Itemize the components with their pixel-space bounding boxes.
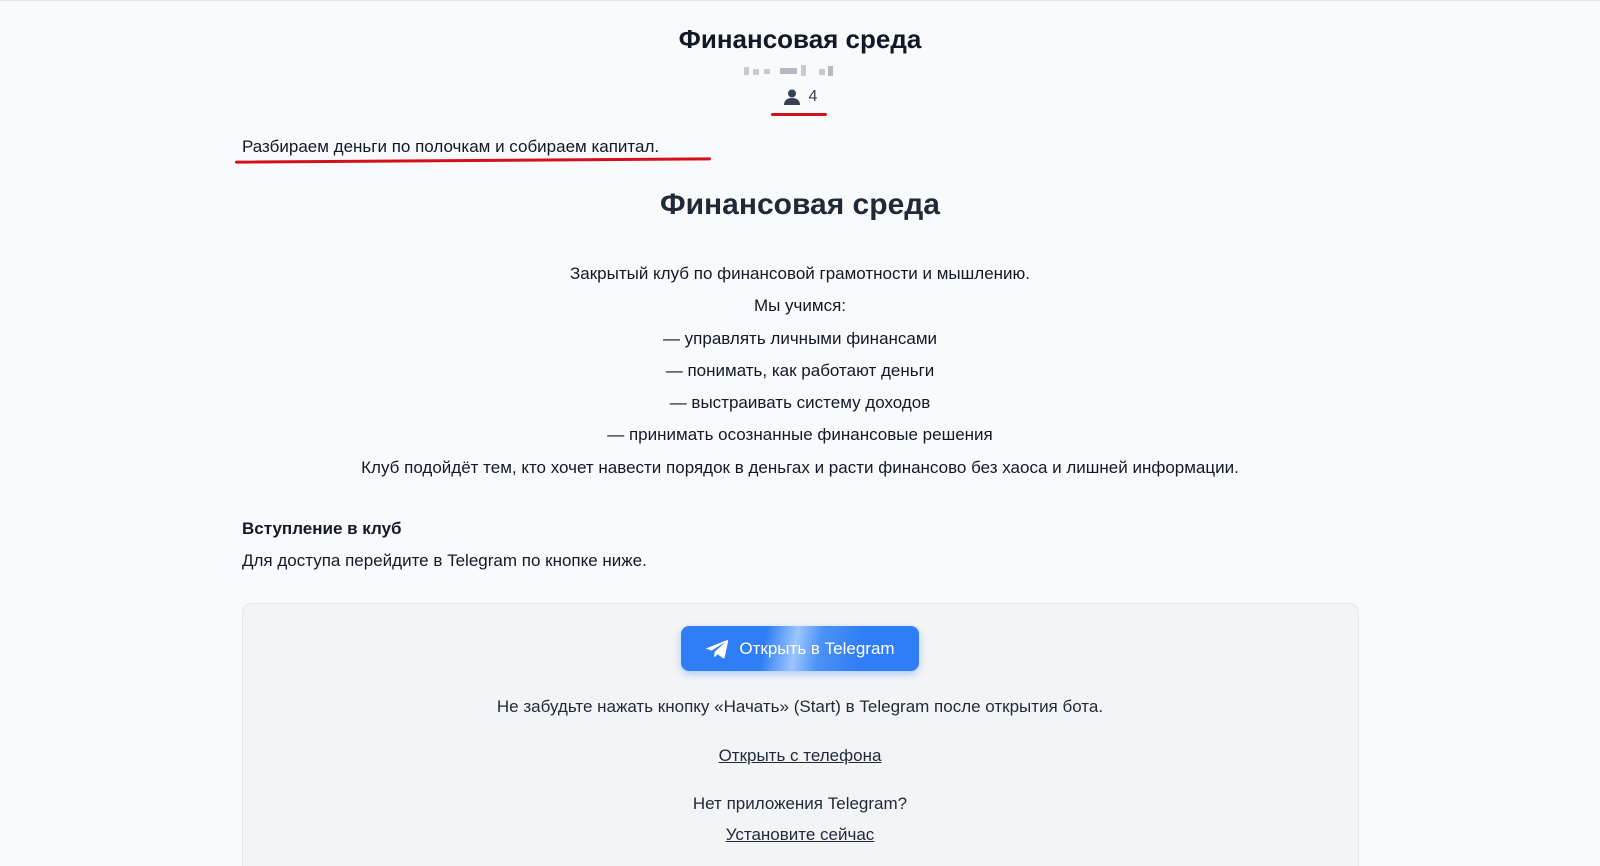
open-from-phone-row: Открыть с телефона [0, 746, 1600, 766]
telegram-send-icon [705, 639, 729, 659]
channel-title: Финансовая среда [678, 24, 922, 54]
annotation-underline-members [771, 113, 827, 116]
install-row: Установите сейчас [0, 825, 1600, 845]
no-app-text: Нет приложения Telegram? [692, 794, 908, 813]
open-telegram-button[interactable]: Открыть в Telegram [681, 626, 919, 671]
start-hint: Не забудьте нажать кнопку «Начать» (Star… [496, 697, 1104, 716]
channel-tagline: Разбираем деньги по полочкам и собираем … [242, 137, 660, 156]
person-icon [783, 89, 801, 105]
description-line: — принимать осознанные финансовые решени… [607, 425, 993, 445]
member-count-value: 4 [808, 88, 818, 105]
description-line: — выстраивать систему доходов [669, 393, 931, 413]
description-line: Клуб подойдёт тем, кто хочет навести пор… [361, 457, 1239, 477]
description-line: — управлять личными финансами [662, 328, 938, 348]
blurred-handle [744, 65, 858, 77]
description-line: Закрытый клуб по финансовой грамотности … [569, 264, 1031, 283]
description-line: Мы учимся: [753, 296, 847, 316]
join-heading: Вступление в клуб [242, 519, 402, 538]
page: Финансовая среда 4 Разбираем деньги по п… [0, 0, 1600, 866]
open-from-phone-link[interactable]: Открыть с телефона [719, 746, 882, 765]
page-title: Финансовая среда [660, 188, 940, 221]
install-now-link[interactable]: Установите сейчас [726, 825, 875, 844]
member-count: 4 [0, 88, 1600, 110]
description-line: — понимать, как работают деньги [665, 360, 935, 380]
open-telegram-button-label: Открыть в Telegram [739, 638, 895, 658]
annotation-underline-tagline [234, 157, 712, 164]
top-divider [0, 0, 1600, 1]
join-text: Для доступа перейдите в Telegram по кноп… [242, 551, 647, 570]
club-description: Закрытый клуб по финансовой грамотности … [0, 258, 1600, 484]
